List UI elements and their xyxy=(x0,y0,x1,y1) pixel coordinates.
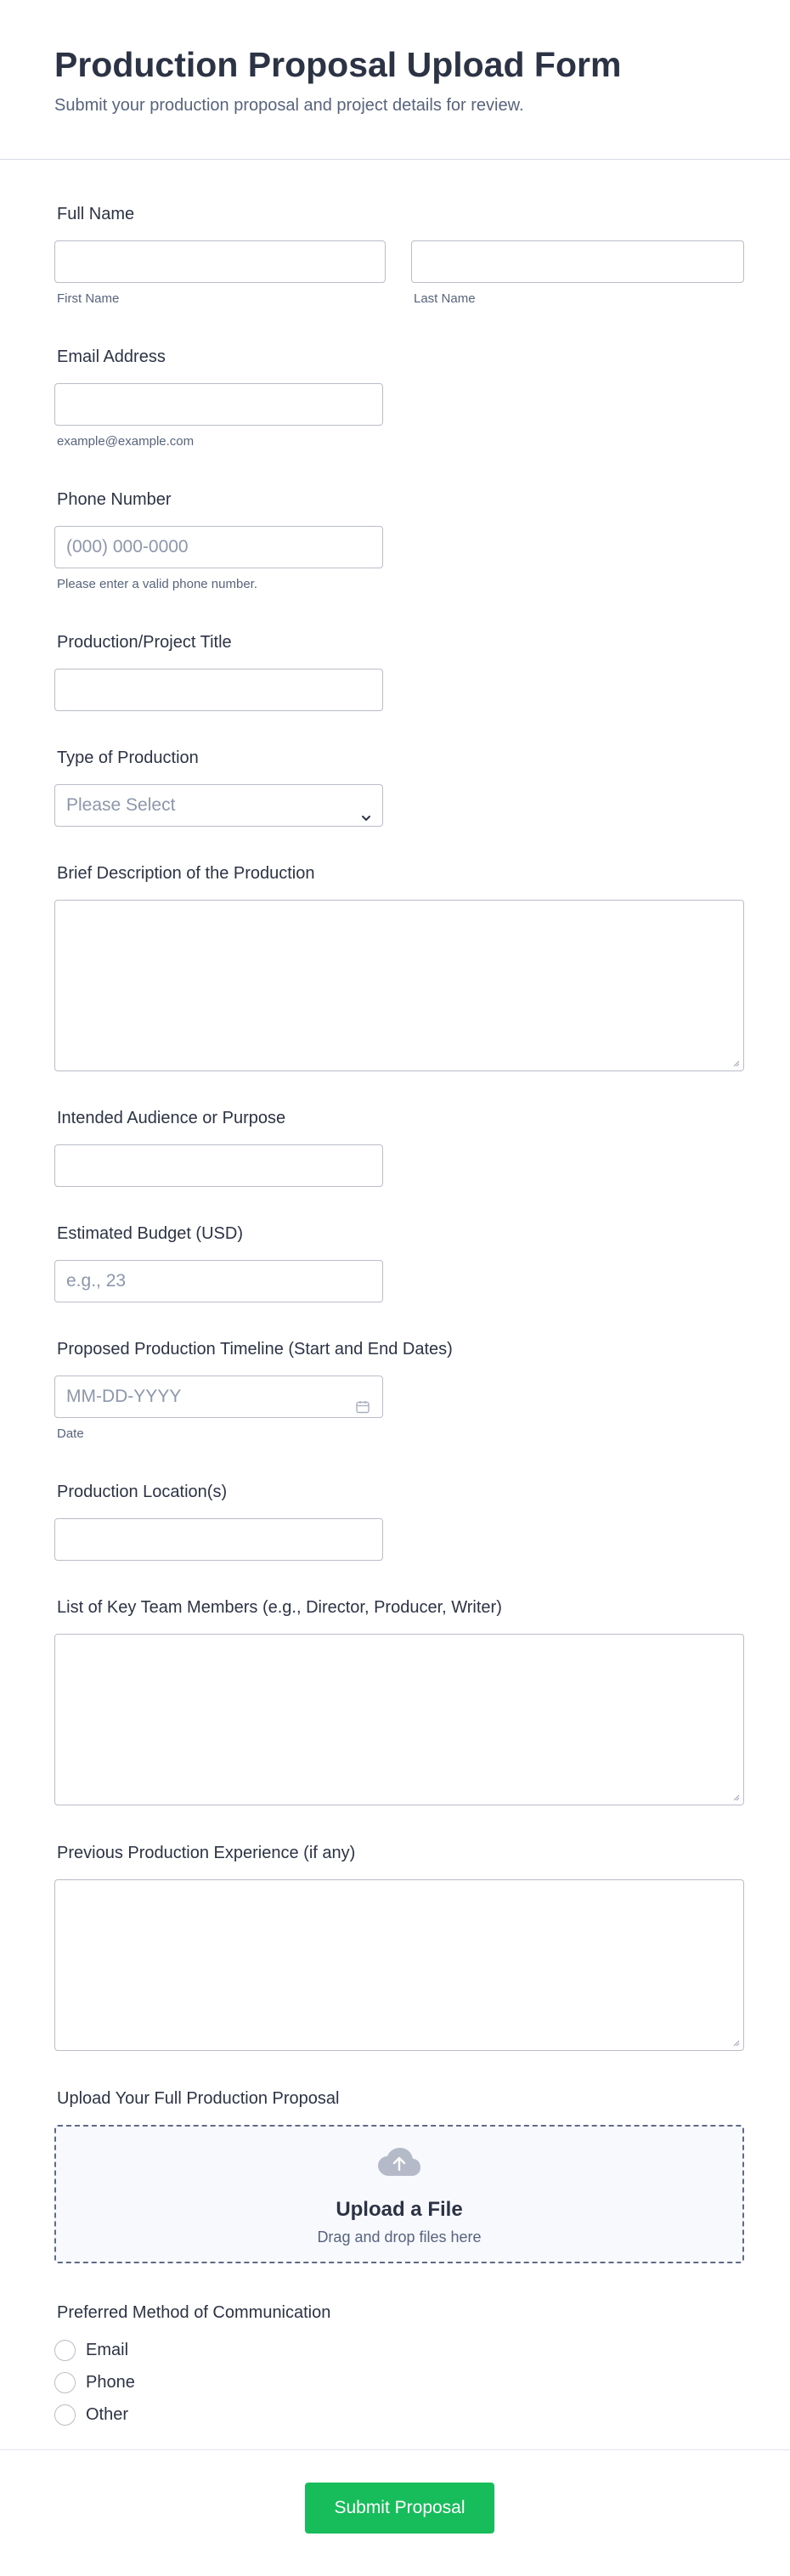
phone-field: Phone Number (000) 000-0000 Please enter… xyxy=(54,489,744,591)
description-field: Brief Description of the Production xyxy=(54,863,744,1071)
location-input[interactable] xyxy=(54,1518,383,1561)
project-title-input[interactable] xyxy=(54,669,383,711)
location-field: Production Location(s) xyxy=(54,1482,744,1561)
experience-label: Previous Production Experience (if any) xyxy=(57,1844,356,1862)
audience-field: Intended Audience or Purpose xyxy=(54,1108,744,1187)
upload-title: Upload a File xyxy=(336,2198,463,2221)
project-title-label: Production/Project Title xyxy=(57,633,232,652)
page-subtitle: Submit your production proposal and proj… xyxy=(54,96,524,115)
email-input[interactable] xyxy=(54,383,383,426)
experience-textarea[interactable] xyxy=(54,1879,744,2051)
upload-field: Upload Your Full Production Proposal Upl… xyxy=(54,2088,744,2263)
team-textarea[interactable] xyxy=(54,1634,744,1805)
description-label: Brief Description of the Production xyxy=(57,864,315,883)
timeline-date-input[interactable]: MM-DD-YYYY xyxy=(54,1376,383,1418)
radio-email-label: Email xyxy=(86,2341,129,2359)
upload-hint: Drag and drop files here xyxy=(317,2229,482,2246)
timeline-label: Proposed Production Timeline (Start and … xyxy=(57,1340,453,1359)
cloud-upload-icon xyxy=(377,2147,421,2182)
full-name-field: Full Name First Name Last Name xyxy=(54,204,744,306)
experience-field: Previous Production Experience (if any) xyxy=(54,1843,744,2051)
full-name-label: Full Name xyxy=(57,205,135,223)
upload-label: Upload Your Full Production Proposal xyxy=(57,2089,340,2108)
chevron-down-icon xyxy=(360,799,372,839)
phone-input[interactable]: (000) 000-0000 xyxy=(54,526,383,568)
budget-label: Estimated Budget (USD) xyxy=(57,1224,243,1243)
email-sublabel: example@example.com xyxy=(57,434,195,449)
file-dropzone[interactable]: Upload a File Drag and drop files here xyxy=(54,2125,744,2263)
email-field: Email Address example@example.com xyxy=(54,347,744,449)
description-textarea[interactable] xyxy=(54,900,744,1071)
first-name-sublabel: First Name xyxy=(57,291,120,306)
phone-sublabel: Please enter a valid phone number. xyxy=(57,577,257,591)
radio-circle[interactable] xyxy=(54,2340,76,2361)
budget-field: Estimated Budget (USD) e.g., 23 xyxy=(54,1223,744,1302)
production-type-field: Type of Production Please Select xyxy=(54,748,744,827)
calendar-icon[interactable] xyxy=(355,1389,370,1430)
budget-input[interactable]: e.g., 23 xyxy=(54,1260,383,1302)
form-header: Production Proposal Upload Form Submit y… xyxy=(0,0,790,160)
first-name-input[interactable] xyxy=(54,240,386,283)
audience-input[interactable] xyxy=(54,1144,383,1187)
production-type-label: Type of Production xyxy=(57,749,199,767)
radio-other-label: Other xyxy=(86,2405,129,2424)
timeline-field: Proposed Production Timeline (Start and … xyxy=(54,1339,744,1441)
resize-grip-icon[interactable] xyxy=(731,1793,740,1801)
project-title-field: Production/Project Title xyxy=(54,632,744,711)
audience-label: Intended Audience or Purpose xyxy=(57,1109,286,1127)
radio-circle[interactable] xyxy=(54,2404,76,2426)
timeline-sublabel: Date xyxy=(57,1426,84,1441)
location-label: Production Location(s) xyxy=(57,1483,228,1501)
email-label: Email Address xyxy=(57,347,166,366)
page-title: Production Proposal Upload Form xyxy=(54,45,622,84)
submit-button[interactable]: Submit Proposal xyxy=(305,2483,494,2534)
production-type-select[interactable]: Please Select xyxy=(54,784,383,827)
resize-grip-icon[interactable] xyxy=(731,1059,740,1067)
production-type-selected: Please Select xyxy=(66,795,176,815)
timeline-placeholder: MM-DD-YYYY xyxy=(66,1387,182,1406)
radio-circle[interactable] xyxy=(54,2372,76,2393)
last-name-sublabel: Last Name xyxy=(414,291,476,306)
radio-phone-label: Phone xyxy=(86,2373,135,2392)
form-footer: Submit Proposal xyxy=(0,2449,790,2576)
phone-label: Phone Number xyxy=(57,490,172,509)
team-label: List of Key Team Members (e.g., Director… xyxy=(57,1598,502,1617)
resize-grip-icon[interactable] xyxy=(731,2038,740,2047)
team-field: List of Key Team Members (e.g., Director… xyxy=(54,1597,744,1805)
communication-label: Preferred Method of Communication xyxy=(57,2303,331,2322)
communication-field: Preferred Method of Communication Email … xyxy=(54,2302,744,2426)
last-name-input[interactable] xyxy=(411,240,744,283)
